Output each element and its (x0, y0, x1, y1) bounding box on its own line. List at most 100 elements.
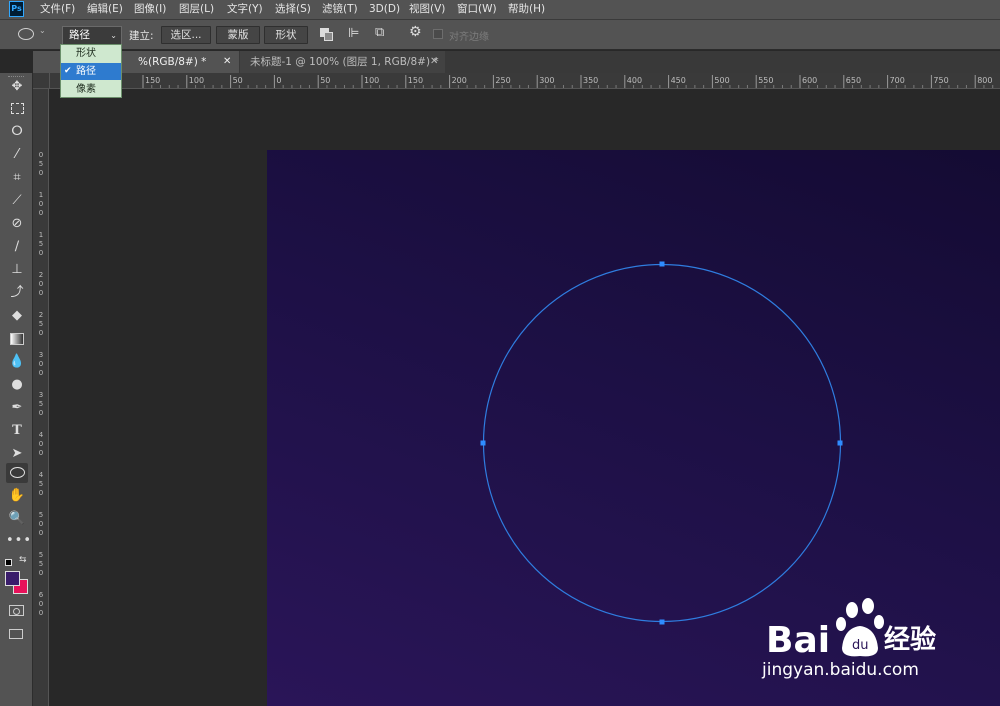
menu-type[interactable]: 文字(Y) (227, 0, 263, 19)
make-shape-button[interactable]: 形状 (264, 26, 308, 44)
vertical-ruler[interactable]: 050100150200250300350400450500550600 (33, 89, 49, 706)
ruler-top-label: 100 (188, 76, 205, 85)
ruler-top-label: 150 (145, 76, 161, 85)
ruler-top-label: 750 (933, 76, 949, 85)
ruler-left-label: 5 (38, 551, 44, 559)
ruler-top-label: 450 (670, 76, 686, 85)
eyedropper-tool-icon[interactable]: ⟋ (6, 191, 28, 211)
brush-tool-icon[interactable]: ∕ (6, 237, 28, 257)
ruler-left-label: 5 (38, 560, 44, 568)
chevron-down-icon: ⌄ (110, 31, 117, 40)
zoom-tool-icon[interactable]: 🔍 (6, 509, 28, 529)
ruler-left-label: 0 (38, 280, 44, 288)
photoshop-logo: Ps (9, 1, 24, 17)
dropdown-option-shape[interactable]: 形状 (61, 45, 121, 62)
menu-window[interactable]: 窗口(W) (457, 0, 497, 19)
ellipse-tool-preset-icon[interactable] (18, 28, 34, 40)
tool-mode-select[interactable]: 路径 ⌄ (62, 26, 122, 45)
ruler-left-label: 3 (38, 391, 44, 399)
tab-document-2[interactable]: 未标题-1 @ 100% (图层 1, RGB/8#) * ✕ (240, 51, 445, 73)
hand-tool-icon[interactable]: ✋ (6, 486, 28, 506)
anchor-point-left[interactable] (480, 440, 486, 446)
ruler-top-label: 50 (232, 76, 243, 85)
align-edges-label: 对齐边缘 (449, 32, 489, 43)
document-tab-bar: 未标%(RGB/8#) * ✕ 未标题-1 @ 100% (图层 1, RGB/… (33, 51, 1000, 73)
ruler-left-label: 0 (38, 600, 44, 608)
gear-icon[interactable]: ⚙ (409, 24, 422, 40)
quick-mask-icon[interactable] (9, 605, 24, 616)
swap-colors-icon[interactable]: ⇆ (19, 555, 27, 565)
dropdown-option-path[interactable]: ✔ 路径 (61, 63, 121, 80)
ruler-top-label: 150 (407, 76, 424, 85)
ruler-left-label: 0 (38, 440, 44, 448)
menu-layer[interactable]: 图层(L) (179, 0, 214, 19)
make-mask-button[interactable]: 蒙版 (216, 26, 260, 44)
ruler-left-label: 0 (38, 249, 44, 257)
ruler-left-label: 0 (38, 609, 44, 617)
screen-mode-icon[interactable] (9, 629, 23, 639)
horizontal-ruler[interactable]: 150 100 50 0 50 100 150 200 250 300 350 400 450 500 55… (50, 73, 1000, 89)
tab-document-2-label: 未标题-1 @ 100% (图层 1, RGB/8#) * (250, 56, 439, 68)
options-bar: ⌄ 路径 ⌄ 建立: 选区... 蒙版 形状 ⊫ ⧉ ⚙ 对齐边缘 (0, 19, 1000, 50)
ruler-top-label: 250 (495, 76, 511, 85)
tab-document-1-label-suffix: %(RGB/8#) * (138, 56, 207, 68)
dropdown-option-pixels[interactable]: 像素 (61, 81, 121, 98)
ruler-left-label: 5 (38, 511, 44, 519)
ruler-left-label: 0 (38, 329, 44, 337)
ruler-left-label: 0 (38, 209, 44, 217)
eraser-tool-icon[interactable]: ◆ (6, 306, 28, 326)
tool-mode-value: 路径 (69, 29, 90, 41)
menu-file[interactable]: 文件(F) (40, 0, 75, 19)
ruler-left-label: 5 (38, 400, 44, 408)
type-tool-icon[interactable]: T (6, 421, 28, 441)
menu-3d[interactable]: 3D(D) (369, 0, 400, 19)
ruler-left-label: 0 (38, 409, 44, 417)
ellipse-tool-icon[interactable] (6, 463, 28, 483)
healing-brush-tool-icon[interactable]: ⊘ (6, 214, 28, 234)
anchor-point-right[interactable] (837, 440, 843, 446)
history-brush-tool-icon[interactable]: ⤴ (6, 283, 28, 303)
menu-view[interactable]: 视图(V) (409, 0, 445, 19)
move-tool-icon[interactable]: ✥ (6, 77, 28, 97)
align-edges-checkbox[interactable] (433, 29, 443, 39)
baidu-logo: Bai 经验 du (766, 598, 936, 661)
anchor-point-top[interactable] (659, 261, 665, 267)
path-alignment-icon[interactable]: ⊫ (348, 26, 359, 41)
preset-chevron-icon[interactable]: ⌄ (39, 26, 46, 35)
menu-help[interactable]: 帮助(H) (508, 0, 545, 19)
ruler-left-label: 2 (38, 311, 44, 319)
anchor-point-bottom[interactable] (659, 619, 665, 625)
ruler-left-label: 0 (38, 200, 44, 208)
ruler-left-label: 5 (38, 240, 44, 248)
path-selection-tool-icon[interactable]: ➤ (6, 444, 28, 464)
ruler-corner[interactable] (33, 73, 50, 89)
ruler-left-label: 3 (38, 351, 44, 359)
gradient-tool-icon[interactable] (6, 329, 28, 349)
crop-tool-icon[interactable]: ⌗ (6, 168, 28, 188)
ellipse-path[interactable] (482, 263, 842, 623)
pen-tool-icon[interactable]: ✒ (6, 398, 28, 418)
ruler-top-label: 350 (583, 76, 599, 85)
foreground-color-swatch[interactable] (5, 571, 20, 586)
dodge-tool-icon[interactable]: ● (6, 375, 28, 395)
make-selection-button[interactable]: 选区... (161, 26, 211, 44)
menu-filter[interactable]: 滤镜(T) (322, 0, 358, 19)
magic-wand-tool-icon[interactable]: ⁄ (6, 145, 28, 165)
path-arrangement-icon[interactable]: ⧉ (375, 25, 384, 40)
paw-letter: du (852, 638, 869, 653)
clone-stamp-tool-icon[interactable]: ⊥ (6, 260, 28, 280)
tab-close-icon[interactable]: ✕ (223, 51, 231, 73)
menu-select[interactable]: 选择(S) (275, 0, 311, 19)
ruler-left-label: 6 (38, 591, 44, 599)
lasso-tool-icon[interactable]: ⵔ (6, 122, 28, 142)
menu-image[interactable]: 图像(I) (134, 0, 166, 19)
path-operations-icon-back (324, 32, 333, 41)
blur-tool-icon[interactable]: 💧 (6, 352, 28, 372)
ruler-left-label: 4 (38, 471, 44, 479)
more-tools-icon[interactable]: ••• (6, 531, 31, 551)
ruler-left-label: 0 (38, 289, 44, 297)
menu-edit[interactable]: 编辑(E) (87, 0, 123, 19)
marquee-tool-icon[interactable] (6, 99, 28, 119)
default-colors-icon[interactable] (5, 559, 12, 566)
tab-close-icon[interactable]: ✕ (430, 51, 438, 73)
